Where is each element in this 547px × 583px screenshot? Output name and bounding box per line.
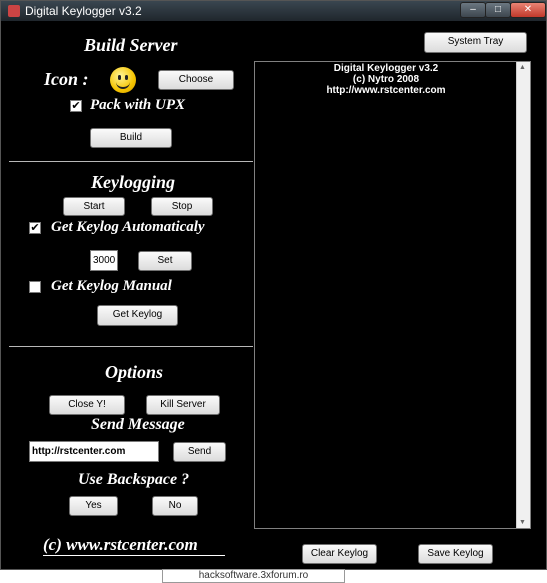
kill-server-button[interactable]: Kill Server [146, 395, 220, 415]
start-button[interactable]: Start [63, 197, 125, 216]
footer-url: (c) www.rstcenter.com [43, 535, 225, 556]
stop-button[interactable]: Stop [151, 197, 213, 216]
system-tray-button[interactable]: System Tray [424, 32, 527, 53]
section-divider [9, 346, 253, 347]
scroll-up-icon[interactable]: ▲ [519, 64, 526, 71]
log-text: Digital Keylogger v3.2 (c) Nytro 2008 ht… [255, 62, 530, 96]
icon-label: Icon : [44, 69, 89, 89]
section-divider [9, 161, 253, 162]
main-window: Digital Keylogger v3.2 – □ ✕ Build Serve… [0, 0, 547, 570]
choose-button[interactable]: Choose [158, 70, 234, 90]
options-title: Options [105, 362, 164, 382]
clear-keylog-button[interactable]: Clear Keylog [302, 544, 377, 564]
pack-upx-label: Pack with UPX [90, 97, 186, 113]
log-line: http://www.rstcenter.com [326, 85, 446, 96]
backspace-title: Use Backspace ? [78, 471, 190, 488]
log-line: (c) Nytro 2008 [352, 74, 420, 85]
pack-upx-checkbox[interactable]: ✔ [70, 100, 82, 112]
scroll-down-icon[interactable]: ▼ [519, 519, 526, 526]
auto-keylog-label: Get Keylog Automaticaly [51, 219, 205, 235]
keylogging-title: Keylogging [91, 172, 175, 192]
maximize-button[interactable]: □ [485, 2, 511, 18]
set-interval-button[interactable]: Set [138, 251, 192, 271]
build-button[interactable]: Build [90, 128, 172, 148]
window-title: Digital Keylogger v3.2 [25, 4, 142, 18]
build-server-title: Build Server [84, 35, 178, 55]
title-bar[interactable]: Digital Keylogger v3.2 – □ ✕ [1, 1, 546, 21]
send-message-title: Send Message [91, 416, 185, 433]
manual-keylog-label: Get Keylog Manual [51, 278, 172, 294]
smiley-icon [110, 67, 136, 93]
close-yahoo-button[interactable]: Close Y! [49, 395, 125, 415]
close-button[interactable]: ✕ [510, 2, 546, 18]
log-scrollbar[interactable]: ▲ ▼ [516, 62, 530, 528]
yes-button[interactable]: Yes [69, 496, 118, 516]
no-button[interactable]: No [152, 496, 198, 516]
auto-keylog-checkbox[interactable]: ✔ [29, 222, 41, 234]
minimize-button[interactable]: – [460, 2, 486, 18]
watermark-text: hacksoftware.3xforum.ro [162, 569, 345, 583]
app-icon [8, 5, 20, 17]
get-keylog-button[interactable]: Get Keylog [97, 305, 178, 326]
interval-input[interactable] [90, 250, 118, 271]
message-input[interactable] [29, 441, 159, 462]
log-line: Digital Keylogger v3.2 [333, 63, 439, 74]
save-keylog-button[interactable]: Save Keylog [418, 544, 493, 564]
send-button[interactable]: Send [173, 442, 226, 462]
manual-keylog-checkbox[interactable] [29, 281, 41, 293]
keylog-output[interactable]: Digital Keylogger v3.2 (c) Nytro 2008 ht… [254, 61, 531, 529]
